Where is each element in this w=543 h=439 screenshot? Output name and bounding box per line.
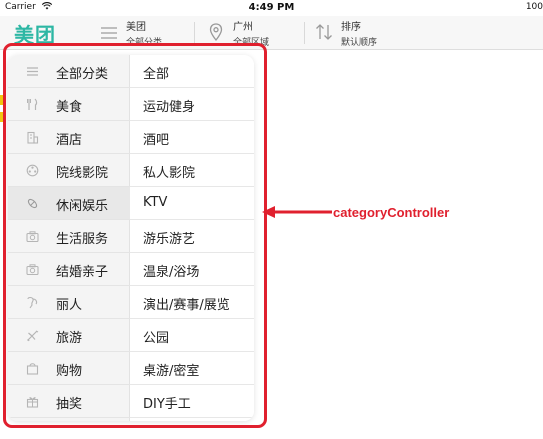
category-item-label: 结婚亲子 [56,265,109,280]
nav-divider [194,22,195,44]
category-item[interactable]: 旅游 [8,319,130,352]
category-nav-title: 美团 [126,22,146,33]
subcategory-item-label: KTV [143,195,168,210]
category-item[interactable]: 酒店 [8,121,130,154]
subcategory-item-label: 运动健身 [143,100,196,115]
leisure-icon [27,198,38,209]
background-marker [0,112,3,122]
location-pin-icon [209,23,223,42]
category-item[interactable]: 全部分类 [8,55,130,88]
subcategory-item[interactable]: 全部 [130,55,254,88]
subcategory-item-label: 私人影院 [143,166,196,181]
background-list-edge [0,50,8,439]
category-item[interactable]: 院线影院 [8,154,130,187]
subcategory-item-label: 演出/赛事/展览 [143,298,230,313]
category-item[interactable]: 购物 [8,352,130,385]
list-icon [101,27,117,39]
category-list: 全部分类美食酒店院线影院休闲娱乐生活服务结婚亲子丽人旅游购物抽奖 [8,55,130,421]
area-nav-subtitle: 全部区域 [233,38,270,48]
battery-level: 100 [525,2,543,12]
category-item-label: 丽人 [56,298,83,313]
category-popover: 全部分类美食酒店院线影院休闲娱乐生活服务结婚亲子丽人旅游购物抽奖 全部运动健身酒… [8,55,254,421]
camera-icon [26,264,39,276]
category-item-label: 旅游 [56,331,83,346]
subcategory-item[interactable]: 私人影院 [130,154,254,187]
app-logo: 美团 [14,23,56,47]
subcategory-item[interactable]: 运动健身 [130,88,254,121]
subcategory-item-label: 温泉/浴场 [143,265,200,280]
sort-nav-button[interactable]: 排序 默认顺序 [313,16,408,50]
subcategory-item-label: DIY手工 [143,397,191,412]
sort-arrows-icon [316,24,332,40]
subcategory-item-label: 酒吧 [143,133,170,148]
subcategory-item-label: 游乐游艺 [143,232,196,247]
fork-knife-icon [27,98,38,110]
subcategory-item[interactable]: 演出/赛事/展览 [130,286,254,319]
subcategory-item[interactable]: DIY手工 [130,385,254,418]
category-item-label: 美食 [56,100,83,115]
nav-bar: 美团 美团 全部分类 广州 全部区域 排序 默认顺序 [0,16,543,50]
film-reel-icon [26,164,39,177]
subcategory-item[interactable]: 游乐游艺 [130,220,254,253]
category-item[interactable]: 生活服务 [8,220,130,253]
category-item[interactable]: 抽奖 [8,385,130,418]
sort-nav-subtitle: 默认顺序 [341,38,378,48]
airplane-icon [27,330,39,342]
category-item-label: 全部分类 [56,67,109,82]
subcategory-item[interactable]: 酒吧 [130,121,254,154]
category-item[interactable]: 结婚亲子 [8,253,130,286]
list-icon [27,67,38,76]
category-item[interactable]: 丽人 [8,286,130,319]
category-item-label: 生活服务 [56,232,109,247]
gift-icon [26,397,39,408]
category-item[interactable]: 休闲娱乐 [8,187,130,220]
camera-icon [26,231,39,243]
subcategory-item[interactable]: 桌游/密室 [130,352,254,385]
subcategory-list: 全部运动健身酒吧私人影院 KTV 游乐游艺温泉/浴场演出/赛事/展览 公园桌游/密室 D… [130,55,254,421]
category-item-label: 购物 [56,364,83,379]
annotation-label: categoryController [333,205,450,220]
category-item-label: 酒店 [56,133,83,148]
subcategory-item[interactable]: KTV [130,187,254,220]
beauty-icon [27,296,38,309]
subcategory-item-label: 桌游/密室 [143,364,200,379]
subcategory-item-label: 公园 [143,331,170,346]
building-icon [27,131,39,144]
subcategory-item[interactable]: 公园 [130,319,254,352]
area-nav-button[interactable]: 广州 全部区域 [205,16,300,50]
category-item-label: 抽奖 [56,397,83,412]
sort-nav-title: 排序 [341,22,361,33]
subcategory-item-label: 全部 [143,67,170,82]
category-nav-button[interactable]: 美团 全部分类 [98,16,188,50]
area-nav-title: 广州 [233,22,253,33]
clock: 4:49 PM [248,2,295,13]
annotation-arrow [262,206,332,218]
nav-divider [304,22,305,44]
category-item-label: 院线影院 [56,166,109,181]
status-bar: Carrier 4:49 PM 100 [0,0,543,16]
category-nav-subtitle: 全部分类 [126,38,163,48]
category-item-label: 休闲娱乐 [56,199,109,214]
subcategory-item[interactable]: 温泉/浴场 [130,253,254,286]
shopping-bag-icon [26,363,39,375]
background-marker [0,95,3,105]
category-item[interactable]: 美食 [8,88,130,121]
